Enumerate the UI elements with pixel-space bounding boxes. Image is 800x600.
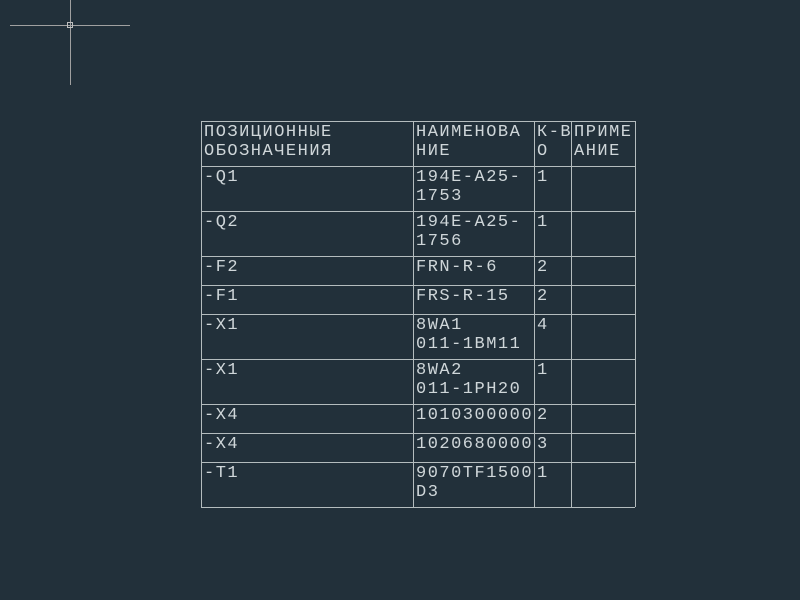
cell-pos: -X4 [201,434,412,461]
bom-table: ПОЗИЦИОННЫЕ ОБОЗНАЧЕНИЯНАИМЕНОВА НИЕК-В … [201,121,635,507]
cell-pos: -X4 [201,405,412,432]
cell-name: 9070TF1500 D3 [413,463,533,506]
cell-note [571,257,633,284]
cell-qty: 1 [534,463,570,506]
cell-pos: -Q2 [201,212,412,255]
cell-qty: 3 [534,434,570,461]
cell-pos: -X1 [201,315,412,358]
cell-pos: -X1 [201,360,412,403]
col-header-qty: К-В О [534,122,570,165]
cell-qty: 1 [534,212,570,255]
cell-name: 8WA2 011-1PH20 [413,360,533,403]
cell-pos: -F1 [201,286,412,313]
grid-line [635,121,636,507]
cell-name: FRS-R-15 [413,286,533,313]
cell-name: 8WA1 011-1BM11 [413,315,533,358]
cell-pos: -F2 [201,257,412,284]
cell-note [571,360,633,403]
cell-qty: 4 [534,315,570,358]
cell-note [571,212,633,255]
cell-qty: 1 [534,360,570,403]
cell-name: 194E-A25- 1756 [413,212,533,255]
col-header-pos: ПОЗИЦИОННЫЕ ОБОЗНАЧЕНИЯ [201,122,412,165]
cad-canvas[interactable]: ПОЗИЦИОННЫЕ ОБОЗНАЧЕНИЯНАИМЕНОВА НИЕК-В … [0,0,800,600]
col-header-note: ПРИМЕЧ АНИЕ [571,122,633,165]
cell-qty: 2 [534,257,570,284]
cell-note [571,434,633,461]
cell-qty: 2 [534,405,570,432]
cell-pos: -Q1 [201,167,412,210]
cell-name: FRN-R-6 [413,257,533,284]
cell-qty: 1 [534,167,570,210]
cell-note [571,315,633,358]
cell-note [571,463,633,506]
cell-pos: -T1 [201,463,412,506]
cell-name: 1020680000 [413,434,533,461]
cell-qty: 2 [534,286,570,313]
cell-name: 194E-A25- 1753 [413,167,533,210]
cell-note [571,405,633,432]
grid-line [201,507,635,508]
cell-note [571,167,633,210]
cell-name: 1010300000 [413,405,533,432]
col-header-name: НАИМЕНОВА НИЕ [413,122,533,165]
cell-note [571,286,633,313]
